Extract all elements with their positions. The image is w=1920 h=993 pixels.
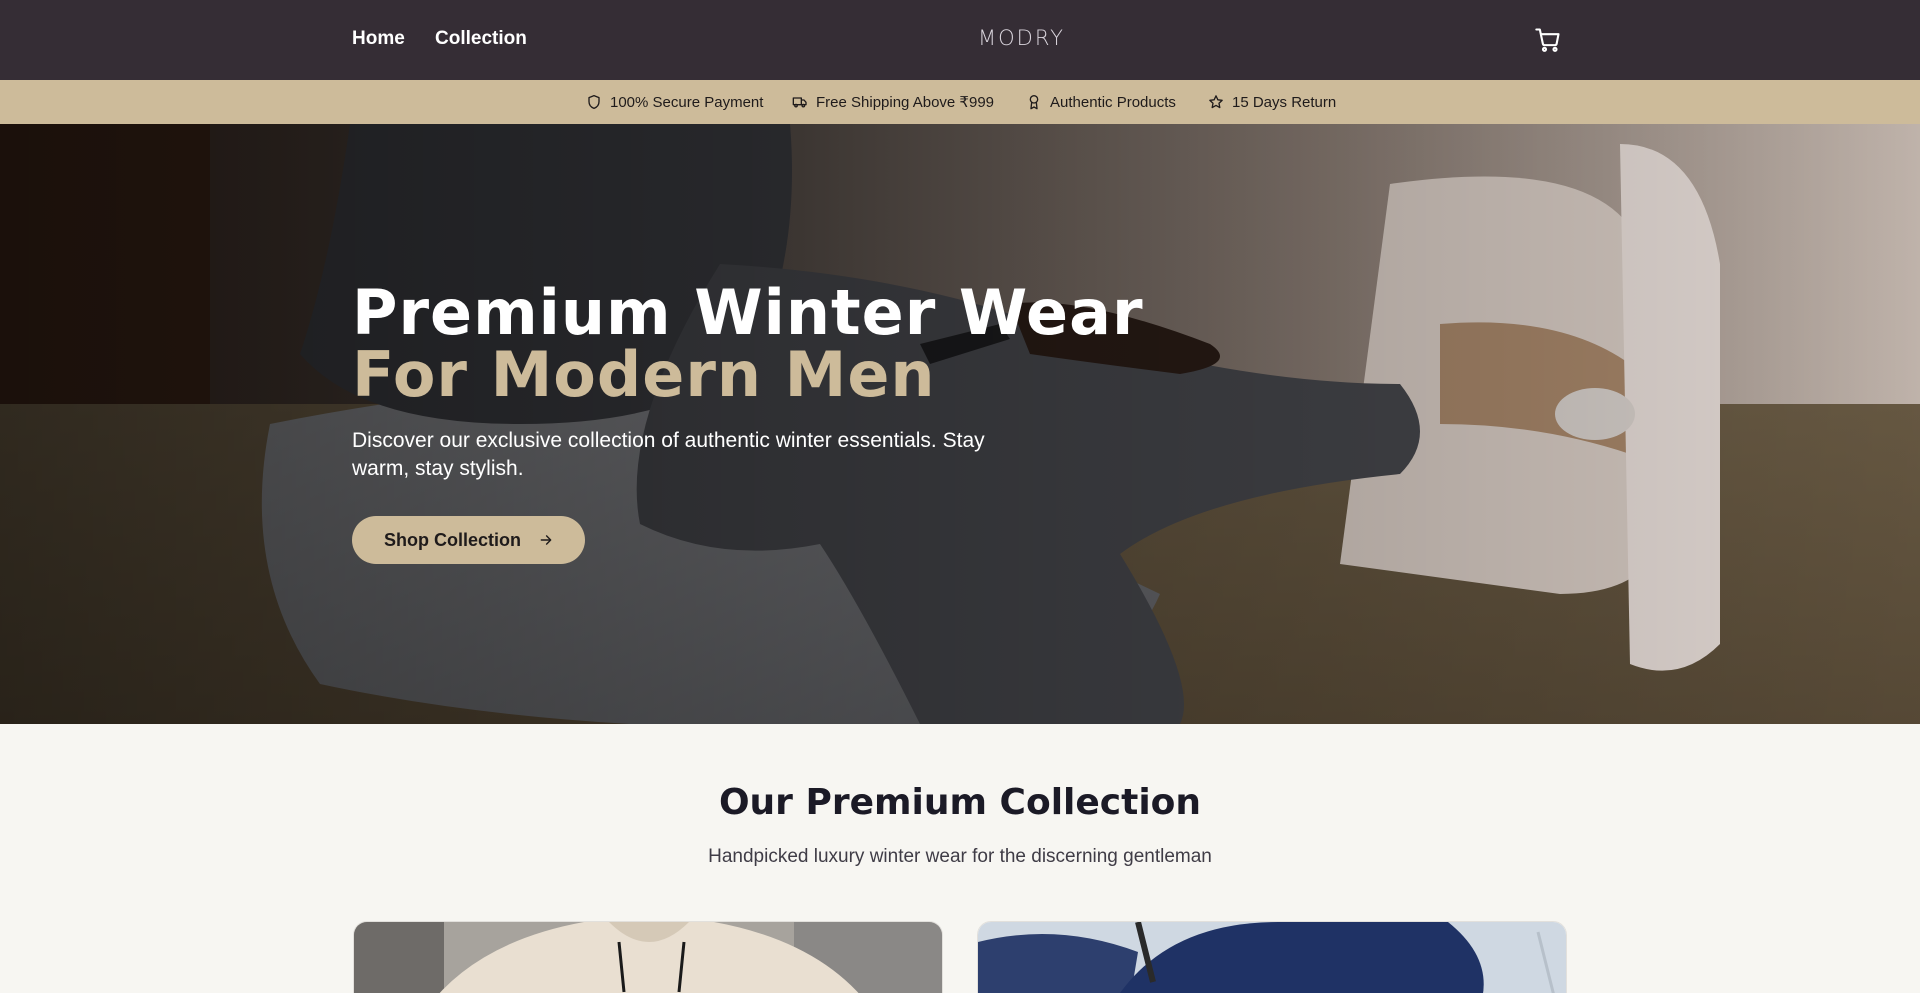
shop-collection-button[interactable]: Shop Collection — [352, 516, 585, 564]
collection-title: Our Premium Collection — [718, 782, 1202, 823]
shop-collection-label: Shop Collection — [384, 529, 521, 550]
hero-title-accent: For Modern Men — [352, 338, 936, 411]
star-icon — [1209, 95, 1223, 109]
award-icon — [1029, 95, 1039, 110]
product-card[interactable] — [977, 921, 1567, 993]
trust-item-returns: 15 Days Return — [1208, 93, 1336, 111]
product-image — [978, 922, 1566, 993]
trust-item-label: 100% Secure Payment — [610, 93, 764, 111]
nav-link-home[interactable]: Home — [352, 28, 405, 50]
cart-icon[interactable] — [1534, 26, 1562, 54]
brand-logo[interactable]: MODRY — [978, 26, 1065, 50]
shield-icon — [588, 95, 600, 109]
nav-link-collection[interactable]: Collection — [435, 28, 527, 50]
trust-item-secure-payment: 100% Secure Payment — [586, 93, 763, 111]
hero-title: Premium Winter Wear — [352, 276, 1144, 349]
trust-item-label: Free Shipping Above ₹999 — [816, 94, 995, 111]
top-navigation: Home Collection MODRY — [0, 0, 1920, 80]
collection-subtitle: Handpicked luxury winter wear for the di… — [708, 846, 1212, 867]
trust-item-authentic: Authentic Products — [1026, 93, 1176, 111]
trust-item-label: 15 Days Return — [1232, 93, 1337, 111]
product-card[interactable] — [353, 921, 943, 993]
arrow-right-icon — [540, 535, 552, 545]
product-image — [354, 922, 942, 993]
hero-background-image — [0, 124, 1920, 724]
trust-item-label: Authentic Products — [1050, 93, 1176, 111]
truck-icon — [792, 97, 807, 108]
hero-subtitle: Discover our exclusive collection of aut… — [352, 429, 985, 480]
hero-banner: Premium Winter Wear For Modern Men Disco… — [0, 124, 1920, 724]
trust-bar: 100% Secure Payment Free Shipping Above … — [0, 80, 1920, 124]
trust-item-free-shipping: Free Shipping Above ₹999 — [792, 93, 994, 111]
